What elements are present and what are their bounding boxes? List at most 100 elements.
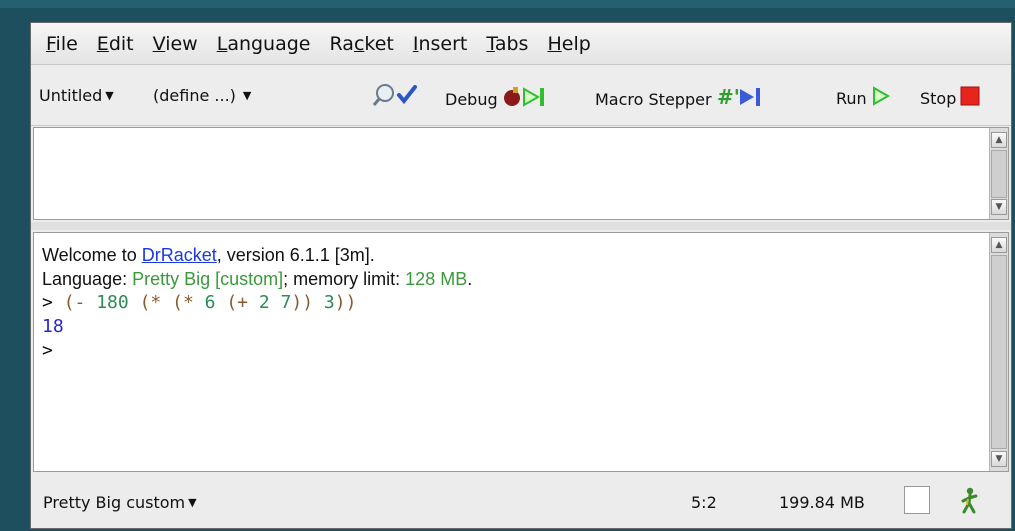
memory-limit-prefix: ; memory limit: bbox=[283, 269, 406, 289]
chevron-down-icon: ▼ bbox=[105, 89, 114, 102]
chevron-down-icon: ▼ bbox=[242, 89, 252, 102]
expression-token: * bbox=[150, 292, 173, 313]
language-line: Language: Pretty Big [custom]; memory li… bbox=[42, 267, 984, 291]
expression-token: ( bbox=[63, 292, 75, 313]
menu-label-post: nsert bbox=[418, 32, 468, 55]
expression-token: - bbox=[74, 292, 97, 313]
menu-mnemonic: F bbox=[46, 32, 56, 55]
cursor-position: 5:2 bbox=[691, 493, 717, 512]
repl-prompt-current[interactable]: > bbox=[42, 339, 984, 363]
menu-mnemonic: E bbox=[96, 32, 109, 55]
expression-token: ( bbox=[128, 292, 151, 313]
language-selector[interactable]: Pretty Big custom ▼ bbox=[43, 493, 197, 512]
scroll-up-arrow-icon[interactable]: ▲ bbox=[991, 237, 1007, 253]
menu-edit[interactable]: Edit bbox=[97, 33, 134, 55]
macro-stepper-label: Macro Stepper bbox=[595, 89, 712, 109]
menu-help[interactable]: Help bbox=[547, 33, 590, 55]
menu-mnemonic: L bbox=[216, 32, 228, 55]
expression-token: 2 bbox=[258, 292, 270, 313]
menu-language[interactable]: Language bbox=[217, 33, 311, 55]
run-icon bbox=[872, 86, 890, 110]
check-syntax-button[interactable] bbox=[372, 82, 427, 112]
define-menu-label: (define ...) bbox=[153, 86, 236, 105]
menu-insert[interactable]: Insert bbox=[413, 33, 468, 55]
language-line-end: . bbox=[467, 269, 473, 289]
menu-label-post: ile bbox=[55, 32, 78, 55]
menu-mnemonic: V bbox=[152, 32, 166, 55]
repl-expression: (- 180 (* (* 6 (+ 2 7)) 3)) bbox=[64, 292, 357, 313]
expression-token: + bbox=[237, 292, 259, 313]
menu-mnemonic: c bbox=[353, 32, 365, 55]
expression-token: * bbox=[182, 292, 205, 313]
drracket-link[interactable]: DrRacket bbox=[142, 245, 217, 265]
interactions-scroll-thumb[interactable] bbox=[991, 255, 1007, 449]
memory-indicator-box bbox=[904, 486, 930, 514]
magnifier-check-icon bbox=[372, 82, 427, 112]
menu-label-pre: Ra bbox=[329, 32, 354, 55]
menu-tabs[interactable]: Tabs bbox=[486, 33, 528, 55]
repl-output: Welcome to DrRacket, version 6.1.1 [3m].… bbox=[42, 243, 984, 363]
define-menu[interactable]: (define ...) ▼ bbox=[153, 86, 251, 105]
menu-mnemonic: T bbox=[486, 32, 495, 55]
expression-token: )) bbox=[334, 292, 357, 313]
pane-divider[interactable] bbox=[31, 222, 1011, 230]
debug-label: Debug bbox=[445, 89, 498, 109]
menu-label-post: dit bbox=[108, 32, 134, 55]
toolbar: Untitled ▼ (define ...) ▼ Debug Macro St… bbox=[31, 66, 1011, 126]
scroll-down-arrow-icon[interactable]: ▼ bbox=[991, 199, 1007, 215]
expression-line: > (- 180 (* (* 6 (+ 2 7)) 3)) bbox=[42, 291, 984, 315]
stop-icon bbox=[960, 86, 980, 110]
expression-token: ( bbox=[172, 292, 183, 313]
language-prefix: Language: bbox=[42, 269, 133, 289]
file-name-label: Untitled bbox=[39, 86, 103, 105]
menu-label-post: ket bbox=[364, 32, 394, 55]
menu-label-post: elp bbox=[561, 32, 591, 55]
scroll-up-arrow-icon[interactable]: ▲ bbox=[991, 132, 1007, 148]
run-label: Run bbox=[836, 88, 867, 108]
walker-icon bbox=[959, 487, 981, 519]
file-name-menu[interactable]: Untitled ▼ bbox=[39, 86, 114, 105]
menu-label-post: anguage bbox=[227, 32, 311, 55]
menu-mnemonic: H bbox=[547, 32, 562, 55]
welcome-prefix: Welcome to bbox=[42, 245, 142, 265]
expression-token: 3 bbox=[323, 292, 335, 313]
welcome-version: , version 6.1.1 [3m]. bbox=[216, 245, 375, 265]
desktop-background bbox=[0, 0, 1015, 8]
menu-file[interactable]: File bbox=[46, 33, 78, 55]
interactions-window[interactable]: Welcome to DrRacket, version 6.1.1 [3m].… bbox=[33, 232, 1009, 472]
expression-token: 6 bbox=[204, 292, 216, 313]
menu-label-post: abs bbox=[494, 32, 529, 55]
svg-text:#': #' bbox=[717, 86, 740, 108]
memory-limit-value: 128 MB bbox=[405, 269, 468, 289]
language-selector-label: Pretty Big custom bbox=[43, 493, 186, 512]
expression-token: 7 bbox=[280, 292, 292, 313]
menu-bar: File Edit View Language Racket Insert Tabs Help bbox=[31, 23, 1011, 65]
expression-token: 180 bbox=[96, 292, 129, 313]
chevron-down-icon: ▼ bbox=[188, 496, 197, 509]
result-line: 18 bbox=[42, 316, 64, 337]
status-bar: Pretty Big custom ▼ 5:2 199.84 MB bbox=[31, 475, 1011, 528]
expression-token bbox=[270, 292, 281, 313]
editor-scrollbar[interactable]: ▲ ▼ bbox=[989, 128, 1008, 219]
macro-stepper-icon: #' bbox=[716, 85, 768, 112]
interactions-scrollbar[interactable]: ▲ ▼ bbox=[989, 233, 1008, 471]
run-button[interactable]: Run bbox=[836, 86, 890, 110]
stop-button[interactable]: Stop bbox=[920, 86, 980, 110]
welcome-line: Welcome to DrRacket, version 6.1.1 [3m]. bbox=[42, 243, 984, 267]
stop-label: Stop bbox=[920, 88, 957, 108]
memory-usage[interactable]: 199.84 MB bbox=[779, 493, 865, 512]
menu-racket[interactable]: Racket bbox=[330, 33, 394, 55]
repl-prompt: > bbox=[42, 292, 53, 313]
debug-button[interactable]: Debug bbox=[445, 86, 554, 112]
debug-icon bbox=[502, 86, 554, 112]
expression-token: ( bbox=[215, 292, 238, 313]
expression-token: )) bbox=[291, 292, 324, 313]
menu-view[interactable]: View bbox=[153, 33, 198, 55]
menu-label-post: iew bbox=[165, 32, 198, 55]
language-name: Pretty Big [custom] bbox=[132, 269, 284, 289]
editor-scroll-thumb[interactable] bbox=[991, 150, 1007, 198]
definitions-editor[interactable]: ▲ ▼ bbox=[33, 127, 1009, 220]
drracket-window: File Edit View Language Racket Insert Tabs Help… bbox=[30, 22, 1012, 529]
macro-stepper-button[interactable]: Macro Stepper #' bbox=[595, 85, 768, 112]
scroll-down-arrow-icon[interactable]: ▼ bbox=[991, 451, 1007, 467]
